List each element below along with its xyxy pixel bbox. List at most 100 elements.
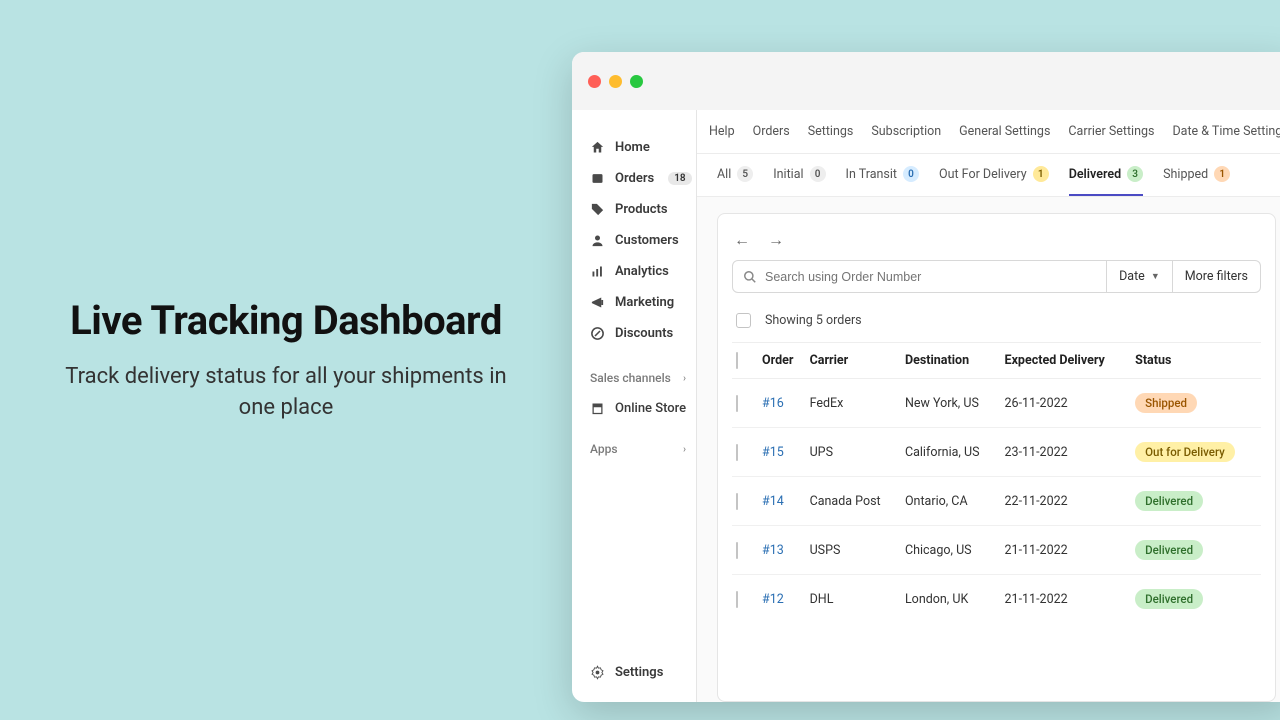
cell-expected: 21-11-2022	[1001, 526, 1132, 575]
tab-count-badge: 1	[1214, 166, 1230, 182]
sidebar-item-label: Home	[615, 140, 650, 155]
tab-count-badge: 0	[810, 166, 826, 182]
sidebar: Home Orders 18 Products Customers Analyt…	[572, 110, 697, 702]
table-row: #12DHLLondon, UK21-11-2022Delivered	[732, 575, 1261, 624]
sidebar-item-discounts[interactable]: Discounts	[590, 318, 696, 349]
tab-count-badge: 3	[1127, 166, 1143, 182]
row-checkbox[interactable]	[736, 444, 738, 461]
order-link[interactable]: #16	[762, 396, 784, 411]
cell-destination: London, UK	[901, 575, 1001, 624]
cell-destination: Ontario, CA	[901, 477, 1001, 526]
topnav-settings[interactable]: Settings	[808, 124, 854, 139]
search-box[interactable]	[732, 260, 1107, 293]
tab-label: All	[717, 167, 731, 182]
sidebar-item-settings[interactable]: Settings	[590, 657, 696, 688]
topnav-datetime-settings[interactable]: Date & Time Settings	[1172, 124, 1280, 139]
order-link[interactable]: #13	[762, 543, 784, 558]
col-dest: Destination	[901, 343, 1001, 379]
col-order: Order	[758, 343, 806, 379]
pager: ← →	[732, 228, 1261, 260]
search-row: Date ▼ More filters	[732, 260, 1261, 293]
discount-icon	[590, 326, 605, 341]
row-checkbox[interactable]	[736, 493, 738, 510]
cell-carrier: DHL	[806, 575, 901, 624]
search-input[interactable]	[765, 270, 1096, 284]
topnav-help[interactable]: Help	[709, 124, 735, 139]
sidebar-item-label: Settings	[615, 665, 663, 680]
gear-icon	[590, 665, 605, 680]
sidebar-section-sales-channels[interactable]: Sales channels ›	[590, 363, 696, 393]
date-filter-button[interactable]: Date ▼	[1107, 260, 1173, 293]
tab-label: Shipped	[1163, 167, 1208, 182]
sidebar-section-apps[interactable]: Apps ›	[590, 434, 696, 464]
cell-destination: California, US	[901, 428, 1001, 477]
topnav-general-settings[interactable]: General Settings	[959, 124, 1050, 139]
tab-label: Initial	[773, 167, 803, 182]
tab-in-transit[interactable]: In Transit0	[846, 166, 919, 196]
tab-out-for-delivery[interactable]: Out For Delivery1	[939, 166, 1049, 196]
orders-badge: 18	[668, 172, 691, 185]
cell-expected: 26-11-2022	[1001, 379, 1132, 428]
window-maximize-dot[interactable]	[630, 75, 643, 88]
row-checkbox[interactable]	[736, 591, 738, 608]
order-link[interactable]: #12	[762, 592, 784, 607]
tab-shipped[interactable]: Shipped 1	[1163, 166, 1230, 196]
order-link[interactable]: #14	[762, 494, 784, 509]
sidebar-item-customers[interactable]: Customers	[590, 225, 696, 256]
sidebar-item-label: Analytics	[615, 264, 669, 279]
analytics-icon	[590, 264, 605, 279]
col-status: Status	[1131, 343, 1261, 379]
status-badge: Delivered	[1135, 491, 1203, 511]
select-all-checkbox[interactable]	[736, 313, 751, 328]
status-badge: Delivered	[1135, 540, 1203, 560]
store-icon	[590, 401, 605, 416]
table-row: #14Canada PostOntario, CA22-11-2022Deliv…	[732, 477, 1261, 526]
row-checkbox[interactable]	[736, 542, 738, 559]
sidebar-section-label: Apps	[590, 442, 618, 456]
cell-expected: 22-11-2022	[1001, 477, 1132, 526]
order-link[interactable]: #15	[762, 445, 784, 460]
topnav-carrier-settings[interactable]: Carrier Settings	[1068, 124, 1154, 139]
sidebar-item-marketing[interactable]: Marketing	[590, 287, 696, 318]
row-checkbox[interactable]	[736, 395, 738, 412]
header-checkbox[interactable]	[736, 352, 738, 369]
cell-carrier: USPS	[806, 526, 901, 575]
topnav-orders[interactable]: Orders	[753, 124, 790, 139]
sidebar-item-analytics[interactable]: Analytics	[590, 256, 696, 287]
main: Help Orders Settings Subscription Genera…	[697, 110, 1280, 702]
top-nav: Help Orders Settings Subscription Genera…	[697, 110, 1280, 154]
pager-prev[interactable]: ←	[734, 230, 750, 250]
sidebar-item-online-store[interactable]: Online Store	[590, 393, 696, 424]
sidebar-section-label: Sales channels	[590, 371, 671, 385]
cell-carrier: FedEx	[806, 379, 901, 428]
orders-icon	[590, 171, 605, 186]
table-row: #13 USPSChicago, US21-11-2022Delivered	[732, 526, 1261, 575]
caret-down-icon: ▼	[1151, 271, 1160, 282]
topnav-subscription[interactable]: Subscription	[871, 124, 941, 139]
more-filters-button[interactable]: More filters	[1173, 260, 1261, 293]
col-expected: Expected Delivery	[1001, 343, 1132, 379]
window-close-dot[interactable]	[588, 75, 601, 88]
pager-next[interactable]: →	[768, 230, 784, 250]
tab-label: Out For Delivery	[939, 167, 1027, 182]
cell-expected: 21-11-2022	[1001, 575, 1132, 624]
sidebar-item-products[interactable]: Products	[590, 194, 696, 225]
orders-table: Order Carrier Destination Expected Deliv…	[732, 342, 1261, 623]
tab-all[interactable]: All 5	[717, 166, 753, 196]
chevron-right-icon: ›	[683, 373, 686, 384]
tab-count-badge: 0	[903, 166, 919, 182]
search-icon	[743, 270, 757, 284]
sidebar-item-orders[interactable]: Orders 18	[590, 163, 696, 194]
hero-subtitle: Track delivery status for all your shipm…	[50, 362, 522, 424]
hero: Live Tracking Dashboard Track delivery s…	[0, 297, 572, 424]
cell-destination: Chicago, US	[901, 526, 1001, 575]
tab-label: Delivered	[1069, 167, 1121, 182]
window-minimize-dot[interactable]	[609, 75, 622, 88]
tab-count-badge: 5	[737, 166, 753, 182]
col-carrier: Carrier	[806, 343, 901, 379]
showing-count: Showing 5 orders	[765, 313, 862, 328]
tab-initial[interactable]: Initial 0	[773, 166, 825, 196]
sidebar-item-home[interactable]: Home	[590, 132, 696, 163]
tab-delivered[interactable]: Delivered 3	[1069, 166, 1143, 196]
user-icon	[590, 233, 605, 248]
